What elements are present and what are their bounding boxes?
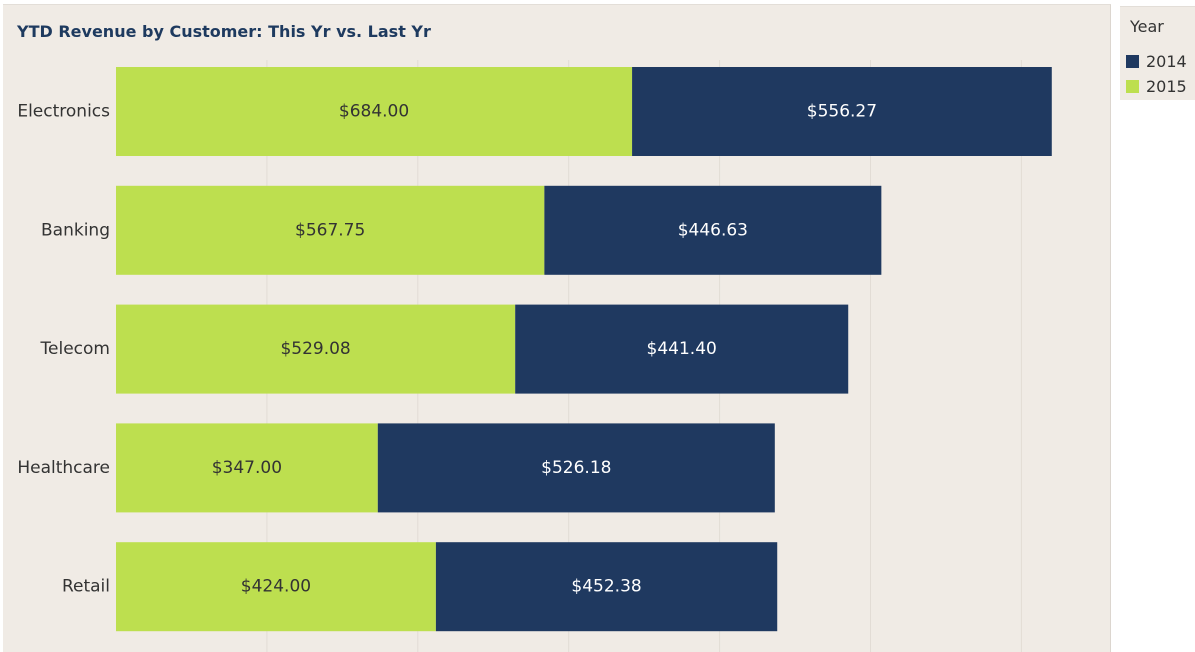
category-label-telecom: Telecom bbox=[40, 339, 110, 359]
value-label-banking-2014: $446.63 bbox=[678, 220, 748, 240]
value-label-retail-2015: $424.00 bbox=[241, 577, 311, 597]
value-label-electronics-2015: $684.00 bbox=[339, 102, 409, 122]
bar-chart: Electronics $684.00 $556.27 Banking $567.75 $… bbox=[17, 60, 1052, 652]
category-label-healthcare: Healthcare bbox=[17, 458, 110, 478]
legend-swatch-2015 bbox=[1126, 79, 1139, 93]
category-label-electronics: Electronics bbox=[17, 102, 110, 122]
value-label-electronics-2014: $556.27 bbox=[807, 102, 877, 122]
value-label-retail-2014: $452.38 bbox=[571, 577, 641, 597]
value-label-healthcare-2014: $526.18 bbox=[541, 458, 611, 478]
value-label-telecom-2015: $529.08 bbox=[280, 339, 350, 359]
legend: Year 2014 2015 bbox=[1120, 6, 1195, 100]
legend-item-2014[interactable]: 2014 bbox=[1126, 51, 1187, 71]
value-label-healthcare-2015: $347.00 bbox=[212, 458, 282, 478]
value-label-banking-2015: $567.75 bbox=[295, 220, 365, 240]
legend-swatch-2014 bbox=[1126, 54, 1139, 68]
legend-item-2015[interactable]: 2015 bbox=[1126, 76, 1187, 96]
legend-label-2014: 2014 bbox=[1146, 51, 1187, 71]
category-label-banking: Banking bbox=[41, 220, 110, 240]
value-label-telecom-2014: $441.40 bbox=[647, 339, 717, 359]
bars bbox=[116, 67, 1052, 632]
legend-label-2015: 2015 bbox=[1146, 76, 1187, 96]
legend-title: Year bbox=[1130, 17, 1164, 36]
category-label-retail: Retail bbox=[62, 577, 110, 597]
